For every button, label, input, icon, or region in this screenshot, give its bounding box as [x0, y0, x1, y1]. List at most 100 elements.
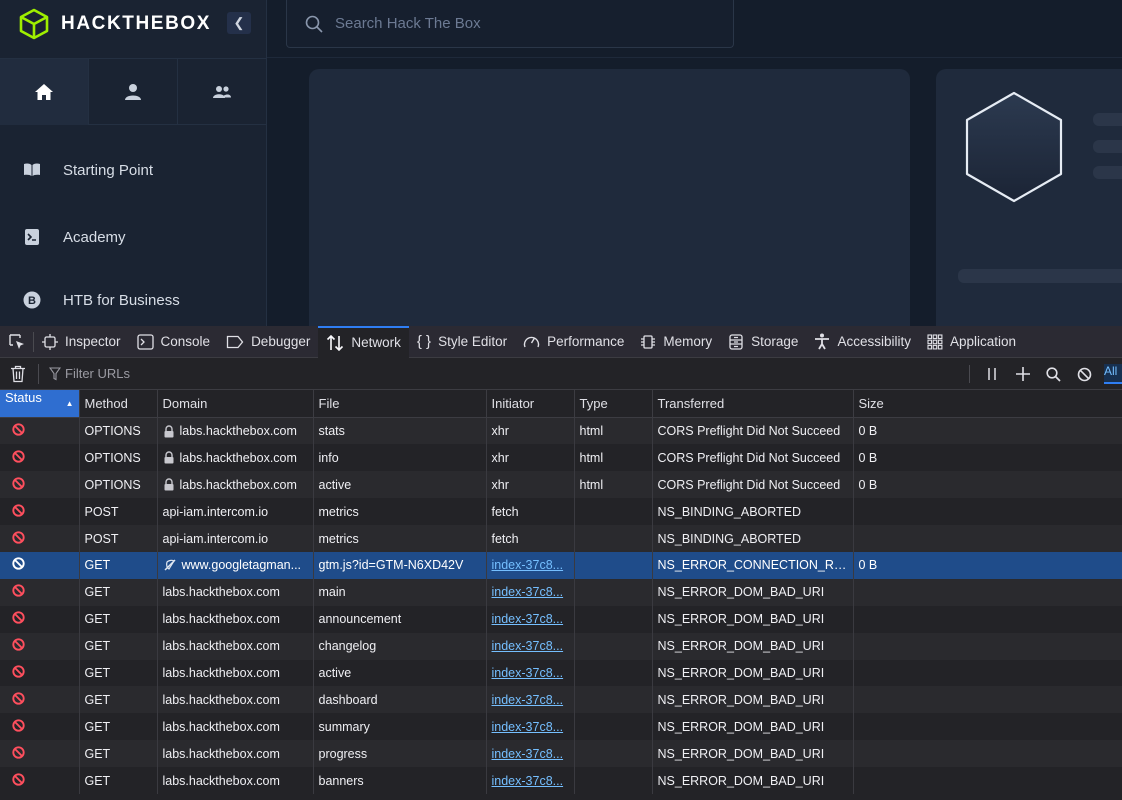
tab-inspector[interactable]: Inspector	[34, 326, 129, 358]
initiator-text[interactable]: index-37c8...	[492, 666, 564, 680]
tab-label: Accessibility	[837, 334, 911, 349]
table-row[interactable]: GET labs.hackthebox.com active index-37c8..…	[0, 659, 1122, 687]
column-header-initiator[interactable]: Initiator	[486, 390, 575, 418]
search-requests-button[interactable]	[1038, 358, 1069, 390]
tab-team[interactable]	[178, 59, 267, 125]
style-editor-icon: { }	[416, 333, 432, 350]
cell-initiator: index-37c8...	[486, 605, 575, 633]
skeleton-line	[1093, 166, 1122, 179]
table-header: Status ▲ Method Domain File Initiator Typ…	[0, 390, 1122, 418]
cell-transferred: NS_ERROR_DOM_BAD_URI	[652, 686, 854, 714]
storage-icon	[728, 333, 744, 350]
cell-domain: labs.hackthebox.com	[157, 659, 314, 687]
tab-accessibility[interactable]: Accessibility	[806, 326, 919, 358]
table-row[interactable]: GET labs.hackthebox.com changelog index-37c…	[0, 632, 1122, 660]
collapse-sidebar-button[interactable]: ❮	[227, 12, 251, 34]
lock-icon	[164, 478, 173, 491]
sidebar-item-label: Starting Point	[63, 161, 154, 179]
tab-user[interactable]	[89, 59, 178, 125]
initiator-text[interactable]: index-37c8...	[492, 585, 564, 599]
initiator-text[interactable]: index-37c8...	[492, 720, 564, 734]
element-picker-button[interactable]	[0, 331, 34, 352]
logo[interactable]: HACKTHEBOX	[18, 8, 211, 40]
cell-size	[853, 525, 1122, 552]
tab-label: Application	[949, 334, 1017, 349]
logo-text: HACKTHEBOX	[61, 13, 212, 34]
sidebar-item-htb-for-business[interactable]: B HTB for Business	[22, 290, 180, 310]
tab-memory[interactable]: Memory	[632, 326, 720, 358]
column-header-method[interactable]: Method	[79, 390, 158, 418]
column-header-size[interactable]: Size	[853, 390, 1122, 418]
tab-storage[interactable]: Storage	[720, 326, 806, 358]
tab-style-editor[interactable]: { } Style Editor	[409, 326, 515, 358]
domain-text: labs.hackthebox.com	[162, 612, 280, 627]
blocked-icon	[12, 477, 25, 490]
sidebar-item-label: HTB for Business	[63, 291, 180, 309]
filter-all-button[interactable]: All	[1104, 364, 1122, 384]
tab-debugger[interactable]: Debugger	[218, 326, 318, 358]
search-input[interactable]	[335, 15, 715, 32]
cell-transferred: CORS Preflight Did Not Succeed	[652, 471, 854, 499]
cell-initiator: xhr	[486, 471, 575, 499]
initiator-text[interactable]: index-37c8...	[492, 774, 564, 788]
table-row[interactable]: POST api-iam.intercom.io metrics fetch NS_BI…	[0, 498, 1122, 526]
initiator-text: fetch	[491, 504, 519, 519]
column-header-transferred[interactable]: Transferred	[652, 390, 854, 418]
blocked-icon	[12, 665, 25, 678]
add-request-button[interactable]	[1007, 358, 1038, 390]
tab-home[interactable]	[0, 59, 89, 125]
table-row[interactable]: OPTIONS labs.hackthebox.com active xhr html C…	[0, 471, 1122, 499]
blocked-icon	[12, 557, 25, 571]
block-icon	[1077, 367, 1092, 381]
table-row[interactable]: POST api-iam.intercom.io metrics fetch NS_BI…	[0, 525, 1122, 552]
trash-icon	[11, 365, 25, 382]
cell-size: 0 B	[853, 471, 1122, 499]
table-row[interactable]: GET labs.hackthebox.com progress index-37c8…	[0, 740, 1122, 768]
clear-button[interactable]	[10, 365, 28, 383]
filter-urls[interactable]: Filter URLs	[49, 366, 130, 381]
tab-label: Console	[160, 334, 211, 349]
column-header-status[interactable]: Status ▲	[0, 390, 80, 418]
cell-domain: labs.hackthebox.com	[157, 632, 314, 660]
divider	[969, 365, 970, 383]
tab-performance[interactable]: Performance	[515, 326, 632, 358]
domain-text: labs.hackthebox.com	[162, 585, 280, 600]
debugger-icon	[226, 335, 244, 349]
table-row[interactable]: GET labs.hackthebox.com main index-37c8... N…	[0, 578, 1122, 606]
cell-method: GET	[79, 605, 158, 633]
sidebar-item-academy[interactable]: Academy	[22, 227, 126, 247]
lock-icon	[164, 425, 173, 438]
tab-label: Network	[351, 335, 401, 350]
domain-text: www.googletagman...	[181, 558, 302, 573]
initiator-text[interactable]: index-37c8...	[492, 612, 564, 626]
hexagon-avatar-icon	[965, 91, 1063, 203]
table-row[interactable]: GET labs.hackthebox.com dashboard index-37c…	[0, 686, 1122, 714]
tab-network[interactable]: Network	[318, 325, 409, 358]
column-header-domain[interactable]: Domain	[157, 390, 314, 418]
initiator-text[interactable]: index-37c8...	[492, 747, 564, 761]
initiator-text[interactable]: index-37c8...	[492, 639, 564, 653]
sidebar-item-starting-point[interactable]: Starting Point	[22, 160, 153, 180]
cell-transferred: NS_ERROR_DOM_BAD_URI	[652, 659, 854, 687]
table-row[interactable]: GET labs.hackthebox.com announcement index-…	[0, 605, 1122, 633]
table-row[interactable]: GET labs.hackthebox.com banners index-37c8.…	[0, 767, 1122, 794]
column-header-type[interactable]: Type	[574, 390, 653, 418]
initiator-text[interactable]: index-37c8...	[492, 693, 564, 707]
filter-icon	[49, 366, 61, 380]
blocked-icon	[12, 719, 25, 732]
table-row[interactable]: GET labs.hackthebox.com summary index-37c8.…	[0, 713, 1122, 741]
tab-console[interactable]: Console	[129, 326, 219, 358]
search-icon	[305, 15, 323, 33]
pause-button[interactable]	[976, 358, 1007, 390]
initiator-text[interactable]: index-37c8...	[492, 558, 564, 572]
table-row[interactable]: OPTIONS labs.hackthebox.com info xhr html COR…	[0, 444, 1122, 472]
cell-size	[853, 740, 1122, 768]
table-row[interactable]: GET www.googletagman... gtm.js?id=GTM-N6XD…	[0, 551, 1122, 579]
cell-size	[853, 605, 1122, 633]
column-header-file[interactable]: File	[313, 390, 487, 418]
cell-initiator: index-37c8...	[486, 551, 575, 579]
tab-application[interactable]: Application	[919, 326, 1024, 358]
search-box[interactable]	[286, 0, 734, 48]
table-row[interactable]: OPTIONS labs.hackthebox.com stats xhr html CO…	[0, 417, 1122, 445]
block-requests-button[interactable]	[1069, 358, 1100, 390]
